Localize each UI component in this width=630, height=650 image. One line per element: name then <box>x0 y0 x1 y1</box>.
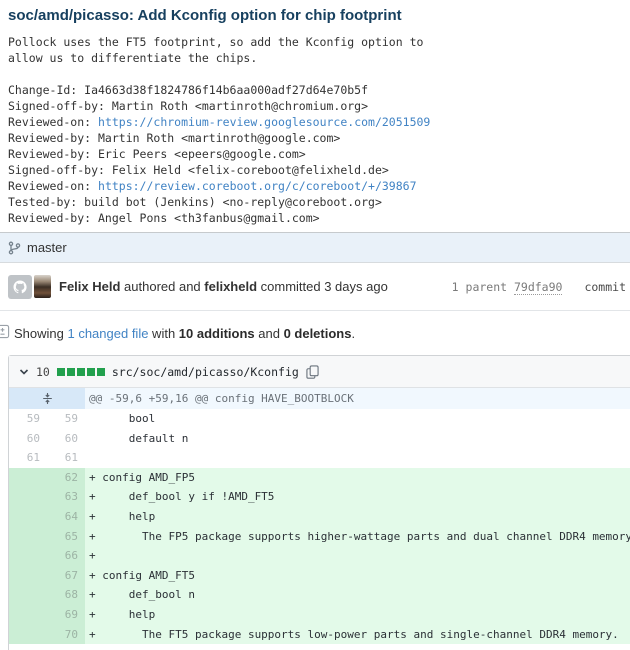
diff-line-row: 68+ def_bool n <box>9 585 630 605</box>
new-line-number: 61 <box>47 448 85 468</box>
author-avatar[interactable] <box>8 275 32 299</box>
diff-file-icon <box>0 324 10 342</box>
diff-line-content <box>85 448 630 468</box>
diff-line-content: @@ -59,6 +59,16 @@ config HAVE_BOOTBLOCK <box>85 388 630 409</box>
diff-line-content: + config AMD_FT5 <box>85 566 630 586</box>
old-line-number: 59 <box>9 409 47 429</box>
old-line-number <box>9 585 47 605</box>
changed-files-link[interactable]: 1 changed file <box>67 326 148 341</box>
diffstat-blocks <box>57 368 105 376</box>
diff-line-content: + <box>85 546 630 566</box>
octocat-icon <box>12 279 28 295</box>
diffstat-with: with <box>148 326 178 341</box>
commit-title: soc/amd/picasso: Add Kconfig option for … <box>8 6 622 26</box>
author-name[interactable]: Felix Held <box>59 279 120 294</box>
diff-line-row: 70+ The FT5 package supports low-power p… <box>9 625 630 645</box>
diff-line-row: 5959 bool <box>9 409 630 429</box>
diff-line-row: 67+ config AMD_FT5 <box>9 566 630 586</box>
parent-sha-link[interactable]: 79dfa90 <box>514 280 562 295</box>
new-line-number: 66 <box>47 546 85 566</box>
new-line-number: 70 <box>47 625 85 645</box>
diffstat-period: . <box>351 326 355 341</box>
review-url-link[interactable]: https://review.coreboot.org/c/coreboot/+… <box>98 179 417 193</box>
new-line-number: 59 <box>47 409 85 429</box>
diff-line-row: 62+ config AMD_FP5 <box>9 468 630 488</box>
parent-text: 1 parent 79dfa90 <box>452 280 563 294</box>
diff-line-row: 66+ <box>9 546 630 566</box>
diffstat-text: Showing 1 changed file with 10 additions… <box>14 326 355 341</box>
committed-ago-text: committed 3 days ago <box>257 279 388 294</box>
addition-block <box>67 368 75 376</box>
branch-bar: master <box>0 232 630 263</box>
file-change-count: 10 <box>36 365 50 379</box>
avatars <box>8 275 51 299</box>
file-name-link[interactable]: src/soc/amd/picasso/Kconfig <box>112 365 299 379</box>
addition-block <box>97 368 105 376</box>
diffstat-and: and <box>255 326 284 341</box>
parent-label: 1 parent <box>452 280 514 294</box>
diff-line-row: 6060 default n <box>9 429 630 449</box>
author-mid-text: authored and <box>120 279 204 294</box>
diffstat-prefix: Showing <box>14 326 67 341</box>
diff-line-row: 65+ The FP5 package supports higher-watt… <box>9 527 630 547</box>
diff-line-content: + help <box>85 605 630 625</box>
hunk-gutter <box>9 388 85 409</box>
old-line-number <box>9 527 47 547</box>
diff-line-row: 63+ def_bool y if !AMD_FT5 <box>9 487 630 507</box>
old-line-number <box>9 507 47 527</box>
additions-count: 10 additions <box>179 326 255 341</box>
diff-line-content: + config AMD_FP5 <box>85 468 630 488</box>
committer-name[interactable]: felixheld <box>204 279 257 294</box>
diff-filler-row <box>9 644 630 650</box>
addition-block <box>57 368 65 376</box>
addition-block <box>77 368 85 376</box>
diff-line-content: + help <box>85 507 630 527</box>
diff-file-header: 10 src/soc/amd/picasso/Kconfig <box>9 356 630 388</box>
committer-avatar[interactable] <box>34 275 51 298</box>
git-branch-icon <box>8 241 21 255</box>
diff-line-row: 69+ help <box>9 605 630 625</box>
diff-line-content: + def_bool y if !AMD_FT5 <box>85 487 630 507</box>
parent-info: 1 parent 79dfa90 commit <box>452 280 626 294</box>
old-line-number <box>9 487 47 507</box>
commit-message: Pollock uses the FT5 footprint, so add t… <box>8 34 622 226</box>
author-line: Felix Held authored and felixheld commit… <box>59 279 388 294</box>
new-line-number: 64 <box>47 507 85 527</box>
new-line-number: 62 <box>47 468 85 488</box>
diff-line-row: @@ -59,6 +59,16 @@ config HAVE_BOOTBLOCK <box>9 388 630 409</box>
old-line-number <box>9 625 47 645</box>
diff-line-content: + def_bool n <box>85 585 630 605</box>
commit-word: commit <box>584 280 626 294</box>
old-line-number: 61 <box>9 448 47 468</box>
addition-block <box>87 368 95 376</box>
new-line-number: 60 <box>47 429 85 449</box>
old-line-number: 60 <box>9 429 47 449</box>
old-line-number <box>9 468 47 488</box>
diff-line-content: default n <box>85 429 630 449</box>
unfold-icon[interactable] <box>42 392 53 405</box>
old-line-number <box>9 546 47 566</box>
chevron-down-icon[interactable] <box>19 367 29 377</box>
old-line-number <box>9 566 47 586</box>
deletions-count: 0 deletions <box>284 326 352 341</box>
new-line-number: 67 <box>47 566 85 586</box>
commit-meta-row: Felix Held authored and felixheld commit… <box>0 263 630 311</box>
new-line-number: 63 <box>47 487 85 507</box>
review-url-link[interactable]: https://chromium-review.googlesource.com… <box>98 115 430 129</box>
diff-line-content: + The FT5 package supports low-power par… <box>85 625 630 645</box>
copy-icon[interactable] <box>306 365 319 379</box>
new-line-number: 68 <box>47 585 85 605</box>
diffstat-row: Showing 1 changed file with 10 additions… <box>0 311 630 342</box>
branch-link[interactable]: master <box>27 240 67 255</box>
diff-line-row: 6161 <box>9 448 630 468</box>
new-line-number: 65 <box>47 527 85 547</box>
diff-line-content: + The FP5 package supports higher-wattag… <box>85 527 630 547</box>
diff-box: 10 src/soc/amd/picasso/Kconfig @@ -59,6 … <box>8 355 630 650</box>
diff-line-content: bool <box>85 409 630 429</box>
new-line-number: 69 <box>47 605 85 625</box>
old-line-number <box>9 605 47 625</box>
diff-line-row: 64+ help <box>9 507 630 527</box>
diff-lines: @@ -59,6 +59,16 @@ config HAVE_BOOTBLOCK… <box>9 388 630 650</box>
